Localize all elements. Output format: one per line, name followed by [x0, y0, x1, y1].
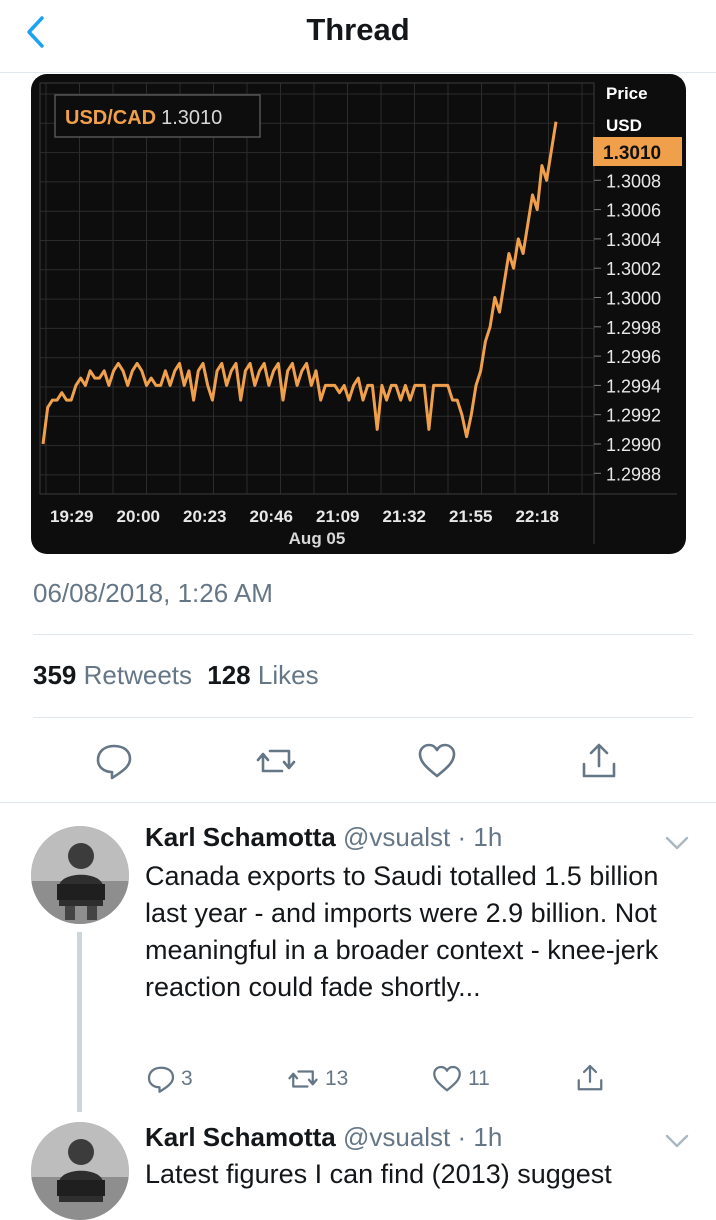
- divider: [33, 717, 693, 718]
- y-tick-label: 1.2990: [606, 435, 661, 455]
- retweets-label[interactable]: Retweets: [84, 660, 192, 690]
- tweet-timestamp: 06/08/2018, 1:26 AM: [33, 578, 273, 608]
- x-tick-label: 21:32: [383, 507, 426, 526]
- x-tick-label: 20:00: [117, 507, 160, 526]
- x-tick-label: 21:09: [316, 507, 359, 526]
- retweet-count[interactable]: 359: [33, 660, 76, 690]
- retweet-count: 13: [325, 1067, 349, 1090]
- y-tick-label: 1.2996: [606, 347, 661, 367]
- avatar-photo: [31, 826, 129, 924]
- x-tick-label: 19:29: [50, 507, 93, 526]
- chevron-down-icon[interactable]: [664, 1132, 690, 1150]
- y-tick-label: 1.2992: [606, 406, 661, 426]
- author-name[interactable]: Karl Schamotta: [145, 822, 336, 852]
- share-icon[interactable]: [579, 741, 619, 781]
- plot-frame: [39, 82, 595, 495]
- avatar[interactable]: [31, 826, 129, 924]
- y-tick-label: 1.3008: [606, 171, 661, 191]
- x-tick-label: 21:55: [449, 507, 492, 526]
- axis-header-currency: USD: [606, 116, 642, 135]
- reply-icon[interactable]: [146, 1064, 176, 1094]
- tweet-stats: 359 Retweets 128 Likes: [33, 660, 319, 691]
- y-tick-label: 1.3004: [606, 230, 661, 250]
- y-tick-label: 1.2998: [606, 318, 661, 338]
- retweet-icon[interactable]: [286, 1064, 320, 1094]
- reply-count: 3: [181, 1067, 193, 1090]
- price-chart: USD/CAD 1.3010 Price USD 1.3010 1.30081.3…: [39, 82, 682, 548]
- page-title: Thread: [306, 12, 410, 47]
- axis-header-price: Price: [606, 84, 648, 103]
- reply-text: Canada exports to Saudi totalled 1.5 bil…: [145, 861, 659, 1002]
- author-name[interactable]: Karl Schamotta: [145, 1122, 336, 1152]
- y-tick-label: 1.3006: [606, 201, 661, 221]
- divider: [33, 634, 693, 635]
- y-tick-label: 1.3000: [606, 289, 661, 309]
- y-tick-label: 1.2994: [606, 376, 661, 396]
- chevron-down-icon[interactable]: [664, 834, 690, 852]
- y-tick-label: 1.3002: [606, 259, 661, 279]
- chart-image[interactable]: USD/CAD 1.3010 Price USD 1.3010 1.3008 1.3…: [31, 74, 686, 554]
- like-heart-icon[interactable]: [417, 741, 457, 781]
- x-tick-label: 20:46: [250, 507, 293, 526]
- x-tick-label: 22:18: [516, 507, 559, 526]
- chart-grid: [40, 83, 594, 494]
- avatar[interactable]: [31, 1122, 129, 1220]
- price-series-line: [41, 121, 558, 445]
- y-axis-ticks: 1.3008 1.3006 1.3004 1.3002 1.3000 1.2998 1.29…: [594, 171, 661, 484]
- author-handle[interactable]: @vsualst · 1h: [343, 822, 502, 852]
- like-count[interactable]: 128: [207, 660, 250, 690]
- reply-text: Latest figures I can find (2013) suggest: [145, 1159, 612, 1189]
- y-tick-label: 1.2988: [606, 464, 661, 484]
- reply-header: Karl Schamotta @vsualst · 1h: [145, 1122, 502, 1153]
- author-handle[interactable]: @vsualst · 1h: [343, 1122, 502, 1152]
- likes-label[interactable]: Likes: [258, 660, 319, 690]
- x-axis-date: Aug 05: [289, 529, 346, 548]
- avatar-photo: [31, 1122, 129, 1220]
- reply-header: Karl Schamotta @vsualst · 1h: [145, 822, 502, 853]
- price-label: USD/CAD 1.3010: [65, 107, 222, 129]
- x-axis-ticks: 19:29 20:00 20:23 20:46 21:09 21:32 21:55 22:18: [50, 507, 559, 526]
- current-value: 1.3010: [603, 143, 661, 164]
- share-icon[interactable]: [575, 1063, 605, 1093]
- like-count: 11: [468, 1067, 490, 1090]
- divider: [0, 802, 716, 803]
- nav-bar: Thread: [0, 0, 716, 73]
- thread-connector: [77, 932, 82, 1112]
- reply-icon[interactable]: [94, 741, 134, 781]
- like-heart-icon[interactable]: [431, 1064, 463, 1094]
- x-tick-label: 20:23: [183, 507, 226, 526]
- retweet-icon[interactable]: [256, 741, 296, 781]
